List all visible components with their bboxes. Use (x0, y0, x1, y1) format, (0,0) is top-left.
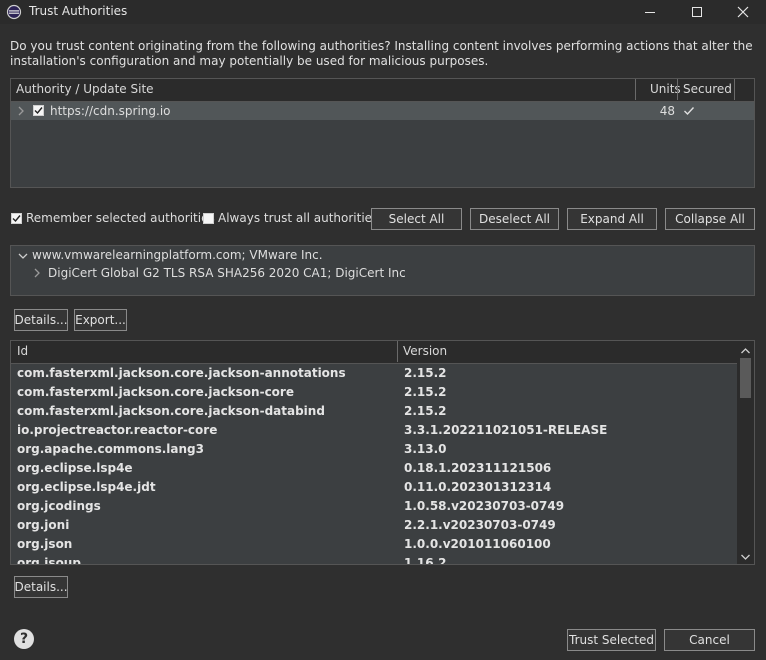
column-header-site[interactable]: Authority / Update Site (16, 79, 154, 100)
table-row[interactable]: io.projectreactor.reactor-core 3.3.1.2022… (11, 421, 738, 440)
trust-description: Do you trust content originating from th… (10, 39, 753, 68)
unit-version: 2.15.2 (404, 404, 447, 418)
scrollbar-thumb[interactable] (740, 358, 751, 398)
unit-version: 2.2.1.v20230703-0749 (404, 518, 556, 532)
close-button[interactable] (720, 0, 766, 24)
always-trust-label[interactable]: Always trust all authorities (218, 211, 378, 225)
checkmark-icon (12, 215, 21, 223)
unit-version: 2.15.2 (404, 366, 447, 380)
scroll-down-icon[interactable] (740, 550, 751, 564)
checkmark-icon (34, 107, 43, 115)
column-divider (635, 79, 636, 100)
authority-units: 48 (659, 104, 675, 118)
unit-id: org.jcodings (17, 499, 101, 513)
remember-authorities-checkbox[interactable] (11, 213, 22, 224)
minimize-button[interactable] (627, 0, 673, 24)
scroll-up-icon[interactable] (740, 344, 751, 358)
expand-all-button[interactable]: Expand All (567, 208, 657, 230)
deselect-all-button[interactable]: Deselect All (470, 208, 559, 230)
remember-authorities-label[interactable]: Remember selected authorities (26, 211, 215, 225)
chevron-right-icon[interactable] (17, 105, 25, 120)
table-row[interactable]: org.joni 2.2.1.v20230703-0749 (11, 516, 738, 535)
unit-id: org.eclipse.lsp4e.jdt (17, 480, 156, 494)
authority-checkbox[interactable] (33, 105, 44, 116)
column-divider (397, 341, 398, 362)
table-row[interactable]: com.fasterxml.jackson.core.jackson-annot… (11, 364, 738, 383)
table-row[interactable]: org.eclipse.lsp4e 0.18.1.202311121506 (11, 459, 738, 478)
chevron-down-icon[interactable] (17, 250, 29, 264)
unit-version: 2.15.2 (404, 385, 447, 399)
always-trust-checkbox[interactable] (203, 213, 214, 224)
chevron-right-icon[interactable] (33, 267, 41, 282)
column-header-version[interactable]: Version (403, 341, 447, 362)
units-details-button[interactable]: Details... (14, 576, 68, 598)
units-table-header: Id Version (11, 341, 738, 364)
unit-id: org.joni (17, 518, 70, 532)
table-row[interactable]: org.json 1.0.0.v201011060100 (11, 535, 738, 554)
units-table[interactable]: Id Version com.fasterxml.jackson.core.ja… (10, 340, 755, 565)
unit-id: com.fasterxml.jackson.core.jackson-annot… (17, 366, 346, 380)
unit-id: org.eclipse.lsp4e (17, 461, 133, 475)
unit-id: org.apache.commons.lang3 (17, 442, 204, 456)
column-header-secured[interactable]: Secured (683, 79, 732, 100)
column-header-id[interactable]: Id (17, 341, 28, 362)
cancel-button[interactable]: Cancel (664, 629, 755, 651)
trust-selected-button[interactable]: Trust Selected (567, 629, 656, 651)
eclipse-app-icon (6, 4, 22, 20)
table-row[interactable]: com.fasterxml.jackson.core.jackson-datab… (11, 402, 738, 421)
window-title: Trust Authorities (29, 4, 128, 18)
maximize-button[interactable] (674, 0, 720, 24)
certificate-tree[interactable]: www.vmwarelearningplatform.com; VMware I… (10, 245, 755, 296)
unit-id: org.json (17, 537, 73, 551)
certificate-export-button[interactable]: Export... (74, 309, 127, 331)
select-all-button[interactable]: Select All (371, 208, 462, 230)
unit-version: 3.3.1.202211021051-RELEASE (404, 423, 608, 437)
unit-version: 1.0.0.v201011060100 (404, 537, 551, 551)
certificate-root[interactable]: www.vmwarelearningplatform.com; VMware I… (32, 248, 323, 262)
table-row[interactable]: org.jcodings 1.0.58.v20230703-0749 (11, 497, 738, 516)
unit-id: org.jsoup (17, 556, 81, 565)
authority-site: https://cdn.spring.io (50, 104, 171, 118)
unit-version: 0.11.0.202301312314 (404, 480, 552, 494)
authorities-table-header: Authority / Update Site Units Secured (11, 79, 754, 102)
unit-version: 0.18.1.202311121506 (404, 461, 552, 475)
table-row[interactable]: org.jsoup 1.16.2 (11, 554, 738, 565)
certificate-child[interactable]: DigiCert Global G2 TLS RSA SHA256 2020 C… (48, 266, 406, 280)
table-row[interactable]: https://cdn.spring.io 48 (11, 102, 754, 120)
unit-id: io.projectreactor.reactor-core (17, 423, 218, 437)
unit-version: 3.13.0 (404, 442, 447, 456)
authorities-table[interactable]: Authority / Update Site Units Secured ht… (10, 78, 755, 188)
column-divider (677, 79, 678, 100)
table-row[interactable]: org.apache.commons.lang3 3.13.0 (11, 440, 738, 459)
certificate-details-button[interactable]: Details... (14, 309, 68, 331)
table-row[interactable]: com.fasterxml.jackson.core.jackson-core 2… (11, 383, 738, 402)
unit-id: com.fasterxml.jackson.core.jackson-datab… (17, 404, 325, 418)
maximize-icon (692, 7, 702, 17)
column-divider (734, 79, 735, 100)
unit-version: 1.0.58.v20230703-0749 (404, 499, 565, 513)
collapse-all-button[interactable]: Collapse All (665, 208, 755, 230)
close-icon (737, 6, 749, 18)
minimize-icon (645, 12, 655, 13)
table-row[interactable]: org.eclipse.lsp4e.jdt 0.11.0.202301312314 (11, 478, 738, 497)
unit-version: 1.16.2 (404, 556, 447, 565)
secured-check-icon (683, 105, 695, 120)
unit-id: com.fasterxml.jackson.core.jackson-core (17, 385, 294, 399)
help-icon[interactable]: ? (14, 629, 34, 649)
